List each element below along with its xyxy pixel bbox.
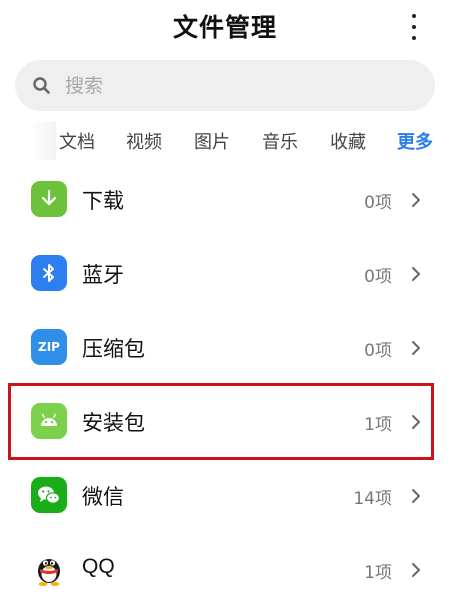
tab-favorites[interactable]: 收藏 (330, 128, 366, 154)
chevron-right-icon (412, 267, 420, 281)
list-item-label: 微信 (82, 485, 124, 509)
item-count: 0项 (364, 267, 392, 287)
more-vertical-icon (412, 14, 416, 18)
search-bar[interactable] (15, 60, 435, 111)
list-item-apk-packages[interactable]: 安装包 1项 (0, 385, 450, 459)
android-icon (31, 403, 67, 439)
list-item-label: 压缩包 (82, 337, 145, 361)
item-count: 14项 (353, 489, 392, 509)
chevron-right-icon (412, 341, 420, 355)
list-item-archives[interactable]: ZIP 压缩包 0项 (0, 311, 450, 385)
tab-documents[interactable]: 文档 (59, 128, 95, 154)
tab-music[interactable]: 音乐 (262, 128, 298, 154)
wechat-icon (31, 477, 67, 513)
tab-more[interactable]: 更多 (397, 128, 433, 154)
zip-icon: ZIP (31, 329, 67, 365)
app-header: 文件管理 (0, 0, 450, 56)
tab-videos[interactable]: 视频 (126, 128, 162, 154)
more-options-button[interactable] (406, 14, 422, 40)
zip-icon-text: ZIP (38, 340, 60, 354)
list-item-qq[interactable]: QQ 1项 (0, 533, 450, 607)
category-tabs: 文档 视频 图片 音乐 收藏 更多 (0, 122, 450, 160)
list-item-downloads[interactable]: 下载 0项 (0, 163, 450, 237)
chevron-right-icon (412, 415, 420, 429)
more-vertical-icon-dot (412, 36, 416, 40)
list-item-label: 下载 (82, 189, 124, 213)
list-item-wechat[interactable]: 微信 14项 (0, 459, 450, 533)
search-icon (33, 76, 50, 94)
download-icon (31, 181, 67, 217)
item-count: 1项 (364, 563, 392, 583)
item-count: 1项 (364, 415, 392, 435)
list-item-label: 蓝牙 (82, 263, 124, 287)
tab-images[interactable]: 图片 (194, 128, 230, 154)
tabs-scroll-fade (30, 122, 56, 160)
more-vertical-icon-dot (412, 25, 416, 29)
chevron-right-icon (412, 489, 420, 503)
list-item-label: QQ (82, 555, 115, 578)
list-item-bluetooth[interactable]: 蓝牙 0项 (0, 237, 450, 311)
item-count: 0项 (364, 341, 392, 361)
search-input[interactable] (63, 73, 407, 98)
item-count: 0项 (364, 193, 392, 213)
list-item-label: 安装包 (82, 411, 145, 435)
bluetooth-icon (31, 255, 67, 291)
chevron-right-icon (412, 193, 420, 207)
page-title: 文件管理 (172, 13, 277, 42)
qq-penguin-icon (31, 551, 67, 587)
chevron-right-icon (412, 563, 420, 577)
